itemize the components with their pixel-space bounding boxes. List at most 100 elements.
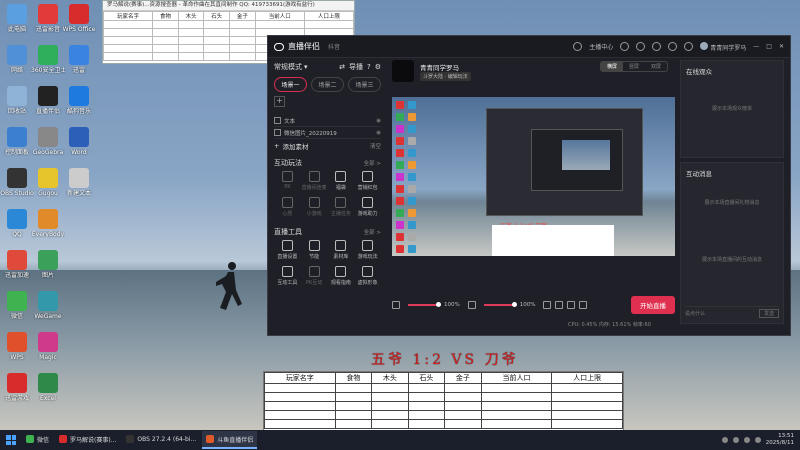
- desktop-icon[interactable]: 360安全卫士: [31, 45, 65, 74]
- settings-small-icon[interactable]: ⚙: [375, 63, 381, 71]
- desktop-icon[interactable]: 控制面板: [0, 127, 34, 156]
- table-cell[interactable]: [264, 419, 336, 429]
- scene-tab[interactable]: 场景三: [348, 77, 381, 92]
- desktop-icon[interactable]: WPS Office: [62, 4, 96, 33]
- table-cell[interactable]: [407, 392, 446, 402]
- clear-button[interactable]: 清空: [370, 142, 381, 150]
- grid-item[interactable]: 观看指南: [328, 266, 355, 286]
- user-menu[interactable]: 青青同学罗马: [700, 41, 746, 52]
- help-small-icon[interactable]: ?: [367, 63, 371, 71]
- table-cell[interactable]: [334, 401, 373, 411]
- chat-input[interactable]: 说点什么: [685, 310, 705, 317]
- table-cell[interactable]: [334, 383, 373, 393]
- table-cell[interactable]: [551, 401, 623, 411]
- desktop-icon[interactable]: WPS: [0, 332, 34, 361]
- taskbar-item[interactable]: 斗鱼直播伴侣: [202, 431, 258, 449]
- grid-item[interactable]: 节能: [301, 240, 328, 260]
- gift-icon[interactable]: [668, 42, 678, 51]
- add-material-button[interactable]: 添加素材: [282, 141, 308, 151]
- table-cell[interactable]: [334, 419, 373, 429]
- speaker-icon[interactable]: [467, 301, 476, 309]
- desktop-icon[interactable]: 迅雷: [62, 45, 96, 74]
- tiktok-icon[interactable]: [636, 42, 646, 51]
- record-icon[interactable]: [567, 301, 576, 309]
- column-header[interactable]: 人口上限: [551, 372, 623, 384]
- column-header[interactable]: 玩家名字: [264, 372, 336, 384]
- orientation-option[interactable]: 双屏: [645, 62, 667, 71]
- taskbar-item[interactable]: 罗马解说(赛事)...: [55, 431, 120, 449]
- desktop-icon[interactable]: QQ: [0, 209, 34, 238]
- scene-tab[interactable]: 场景二: [311, 77, 344, 92]
- table-cell[interactable]: [264, 410, 336, 420]
- excel-bottom-table[interactable]: 玩家名字 食物 木头 石头 金子 当前人口 人口上限: [264, 372, 623, 429]
- table-cell[interactable]: [480, 419, 553, 429]
- table-cell[interactable]: [444, 383, 482, 393]
- taskbar-item[interactable]: 微信: [22, 431, 53, 449]
- desktop-icon[interactable]: 微信: [0, 291, 34, 320]
- grid-item[interactable]: 福袋: [328, 171, 355, 191]
- column-header[interactable]: 食物: [334, 372, 373, 384]
- speaker-volume-knob[interactable]: [512, 302, 518, 307]
- table-cell[interactable]: [551, 419, 623, 429]
- settings-icon[interactable]: [684, 42, 694, 51]
- tray-icon[interactable]: [732, 437, 739, 443]
- column-header[interactable]: 人口上限: [303, 11, 355, 21]
- desktop-icon[interactable]: WeGame: [31, 291, 65, 320]
- source-item[interactable]: 微信图片_20220919 ◉: [274, 127, 381, 139]
- grid-item[interactable]: 小游戏: [301, 197, 328, 217]
- grid-item[interactable]: PK互动: [301, 266, 328, 286]
- desktop-icon[interactable]: 酷狗音乐: [62, 86, 96, 115]
- grid-item[interactable]: 虚拟形象: [354, 266, 381, 286]
- table-cell[interactable]: [551, 383, 623, 393]
- grid-item[interactable]: 营销红包: [354, 171, 381, 191]
- table-cell[interactable]: [407, 383, 446, 393]
- streamer-avatar[interactable]: [392, 60, 414, 82]
- column-header[interactable]: 木头: [371, 372, 409, 384]
- grid-item[interactable]: 素材库: [328, 240, 355, 260]
- minimize-icon[interactable]: —: [753, 43, 759, 50]
- column-header[interactable]: 石头: [407, 372, 446, 384]
- desktop-icon[interactable]: Gugou: [31, 168, 65, 197]
- desktop-icon[interactable]: 图片: [31, 250, 65, 279]
- column-header[interactable]: 食物: [152, 11, 179, 21]
- mode-select[interactable]: 常规模式: [274, 62, 302, 72]
- column-header[interactable]: 木头: [177, 11, 205, 21]
- taskbar-item[interactable]: OBS 27.2.4 (64-bi...: [122, 431, 200, 449]
- table-cell[interactable]: [407, 401, 446, 411]
- clock[interactable]: 13:51 2025/8/11: [766, 433, 794, 447]
- table-cell[interactable]: [444, 410, 482, 420]
- desktop-icon[interactable]: GeoGebra: [31, 127, 65, 156]
- import-icon[interactable]: ⇄: [339, 63, 345, 71]
- desktop-icon[interactable]: 迅雷加速: [0, 250, 34, 279]
- source-item[interactable]: 文本 ◉: [274, 115, 381, 127]
- desktop-icon[interactable]: Excel: [31, 373, 65, 402]
- table-cell[interactable]: [264, 383, 336, 393]
- column-header[interactable]: 石头: [203, 11, 231, 21]
- mic-volume-slider[interactable]: [408, 302, 442, 307]
- grid-item[interactable]: 直播间连麦: [301, 171, 328, 191]
- grid-item[interactable]: 直播设置: [274, 240, 301, 260]
- grid-item[interactable]: 心愿: [274, 197, 301, 217]
- host-center-link[interactable]: 主播中心: [589, 42, 613, 51]
- desktop-icon[interactable]: Word: [62, 127, 96, 156]
- network-icon[interactable]: [743, 437, 750, 443]
- tray-icon[interactable]: [721, 437, 728, 443]
- close-icon[interactable]: ✕: [779, 43, 784, 50]
- table-cell[interactable]: [371, 401, 409, 411]
- desktop-icon[interactable]: 网络: [0, 45, 34, 74]
- table-cell[interactable]: [371, 410, 409, 420]
- desktop-icon[interactable]: 回收站: [0, 86, 34, 115]
- grid-item[interactable]: 主播任务: [328, 197, 355, 217]
- table-cell[interactable]: [264, 401, 336, 411]
- camera-icon[interactable]: [543, 301, 552, 309]
- import-button[interactable]: 导播: [349, 62, 363, 72]
- column-header[interactable]: 金子: [229, 11, 256, 21]
- desktop-icon[interactable]: 直播伴侣: [31, 86, 65, 115]
- desktop-icon[interactable]: 新建文本: [62, 168, 96, 197]
- excel-bottom-window[interactable]: 玩家名字 食物 木头 石头 金子 当前人口 人口上限: [263, 371, 624, 432]
- table-cell[interactable]: [371, 419, 409, 429]
- table-cell[interactable]: [407, 410, 446, 420]
- chevron-down-icon[interactable]: ▾: [304, 63, 308, 71]
- table-cell[interactable]: [407, 419, 446, 429]
- table-cell[interactable]: [264, 392, 336, 402]
